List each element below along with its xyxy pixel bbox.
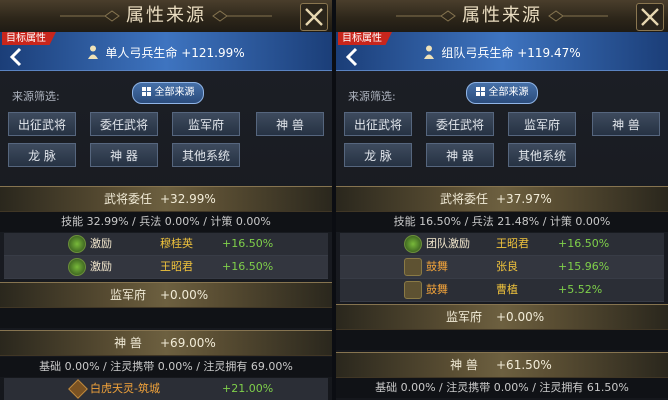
filter-dragon-vein[interactable]: 龙 脉: [8, 143, 76, 167]
section-name: 武将委任: [439, 192, 488, 206]
all-sources-label: 全部来源: [154, 87, 195, 98]
section-value: +32.99%: [160, 192, 216, 206]
detail-value: +15.96%: [558, 260, 610, 273]
section-name: 监军府: [445, 310, 482, 324]
filter-divine-artifact[interactable]: 神 器: [90, 143, 158, 167]
section-divine-beast: 神 兽 +69.00%: [0, 330, 332, 356]
section-value: +69.00%: [160, 336, 216, 350]
detail-general: 张良: [496, 260, 518, 273]
section-name: 武将委任: [103, 192, 152, 206]
section-empty-area: [0, 308, 332, 328]
all-sources-button[interactable]: 全部来源: [466, 82, 538, 104]
detail-row: 白虎天灵-筑城 +21.00%: [4, 378, 328, 400]
filter-appointed-generals[interactable]: 委任武将: [426, 112, 494, 136]
section-stat-breakdown: 技能 16.50% / 兵法 21.48% / 计策 0.00%: [336, 212, 668, 232]
inspire-icon: [68, 258, 86, 276]
detail-type: 白虎天灵-筑城: [90, 382, 160, 395]
soldier-icon: [88, 45, 99, 59]
filter-dragon-vein[interactable]: 龙 脉: [344, 143, 412, 167]
detail-type: 鼓舞: [426, 283, 448, 296]
filter-label: 来源筛选:: [348, 90, 396, 103]
detail-row: 鼓舞 曹植 +5.52%: [340, 279, 664, 302]
section-general-appointment: 武将委任 +32.99%: [0, 186, 332, 212]
section-value: +0.00%: [160, 288, 209, 302]
section-stat-breakdown: 基础 0.00% / 注灵携带 0.00% / 注灵拥有 61.50%: [336, 378, 668, 398]
detail-general: 王昭君: [496, 237, 529, 250]
window-title: 属性来源: [462, 5, 542, 26]
beast-token-icon: [68, 379, 88, 399]
detail-general: 王昭君: [160, 260, 193, 273]
section-value: +61.50%: [496, 358, 552, 372]
all-sources-label: 全部来源: [488, 87, 529, 98]
filter-label: 来源筛选:: [12, 90, 60, 103]
attribute-name: 组队弓兵生命: [441, 46, 514, 60]
detail-value: +16.50%: [558, 237, 610, 250]
title-bar: 属性来源: [336, 0, 668, 33]
detail-general: 穆桂英: [160, 237, 193, 250]
attribute-total-value: +119.47%: [517, 46, 581, 60]
filter-appointed-generals[interactable]: 委任武将: [90, 112, 158, 136]
attribute-total-value: +121.99%: [181, 46, 245, 60]
attribute-source-panel-right: 属性来源 目标属性 组队弓兵生命 +119.47% 来源筛选: 全部来源 出征武…: [336, 0, 668, 400]
detail-value: +16.50%: [222, 237, 274, 250]
section-name: 监军府: [109, 288, 146, 302]
filter-other-systems[interactable]: 其他系统: [172, 143, 240, 167]
all-sources-button[interactable]: 全部来源: [132, 82, 204, 104]
title-ornament-icon: [60, 10, 120, 22]
team-inspire-icon: [404, 235, 422, 253]
detail-value: +16.50%: [222, 260, 274, 273]
detail-value: +5.52%: [558, 283, 603, 296]
title-ornament-icon: [396, 10, 456, 22]
detail-row: 团队激励 王昭君 +16.50%: [340, 233, 664, 256]
target-attribute-header: 目标属性 单人弓兵生命 +121.99%: [0, 32, 332, 71]
detail-type: 激励: [90, 260, 112, 273]
attribute-source-panel-left: 属性来源 目标属性 单人弓兵生命 +121.99% 来源筛选: 全部来源 出征武…: [0, 0, 332, 400]
detail-value: +21.00%: [222, 382, 274, 395]
target-attribute-row: 组队弓兵生命 +119.47%: [336, 44, 668, 61]
section-divine-beast: 神 兽 +61.50%: [336, 352, 668, 378]
detail-type: 激励: [90, 237, 112, 250]
target-attribute-header: 目标属性 组队弓兵生命 +119.47%: [336, 32, 668, 71]
filter-supervisor-office[interactable]: 监军府: [508, 112, 576, 136]
title-bar: 属性来源: [0, 0, 332, 33]
detail-general: 曹植: [496, 283, 518, 296]
target-attribute-row: 单人弓兵生命 +121.99%: [0, 44, 332, 61]
team-soldier-icon: [424, 45, 435, 59]
grid-icon: [475, 87, 485, 96]
detail-row: 激励 王昭君 +16.50%: [4, 256, 328, 279]
section-supervisor-office: 监军府 +0.00%: [0, 282, 332, 308]
detail-row: 鼓舞 张良 +15.96%: [340, 256, 664, 279]
filter-deployed-generals[interactable]: 出征武将: [8, 112, 76, 136]
inspire-icon: [68, 235, 86, 253]
filter-divine-beast[interactable]: 神 兽: [256, 112, 324, 136]
filter-supervisor-office[interactable]: 监军府: [172, 112, 240, 136]
filter-deployed-generals[interactable]: 出征武将: [344, 112, 412, 136]
title-ornament-icon: [212, 10, 272, 22]
section-supervisor-office: 监军府 +0.00%: [336, 304, 668, 330]
section-name: 神 兽: [450, 358, 478, 372]
section-stat-breakdown: 基础 0.00% / 注灵携带 0.00% / 注灵拥有 69.00%: [0, 357, 332, 377]
section-value: +37.97%: [496, 192, 552, 206]
close-button[interactable]: [300, 3, 328, 31]
attribute-name: 单人弓兵生命: [105, 46, 178, 60]
grid-icon: [141, 87, 151, 96]
section-name: 神 兽: [114, 336, 142, 350]
close-icon: [305, 8, 323, 26]
section-stat-breakdown: 技能 32.99% / 兵法 0.00% / 计策 0.00%: [0, 212, 332, 232]
filter-other-systems[interactable]: 其他系统: [508, 143, 576, 167]
filter-divine-artifact[interactable]: 神 器: [426, 143, 494, 167]
window-title: 属性来源: [126, 5, 206, 26]
section-general-appointment: 武将委任 +37.97%: [336, 186, 668, 212]
filter-divine-beast[interactable]: 神 兽: [592, 112, 660, 136]
detail-row: 激励 穆桂英 +16.50%: [4, 233, 328, 256]
book-icon: [404, 281, 422, 299]
detail-type: 团队激励: [426, 237, 470, 250]
book-icon: [404, 258, 422, 276]
section-value: +0.00%: [496, 310, 545, 324]
close-icon: [641, 8, 659, 26]
section-empty-area: [336, 330, 668, 350]
detail-type: 鼓舞: [426, 260, 448, 273]
close-button[interactable]: [636, 3, 664, 31]
title-ornament-icon: [548, 10, 608, 22]
